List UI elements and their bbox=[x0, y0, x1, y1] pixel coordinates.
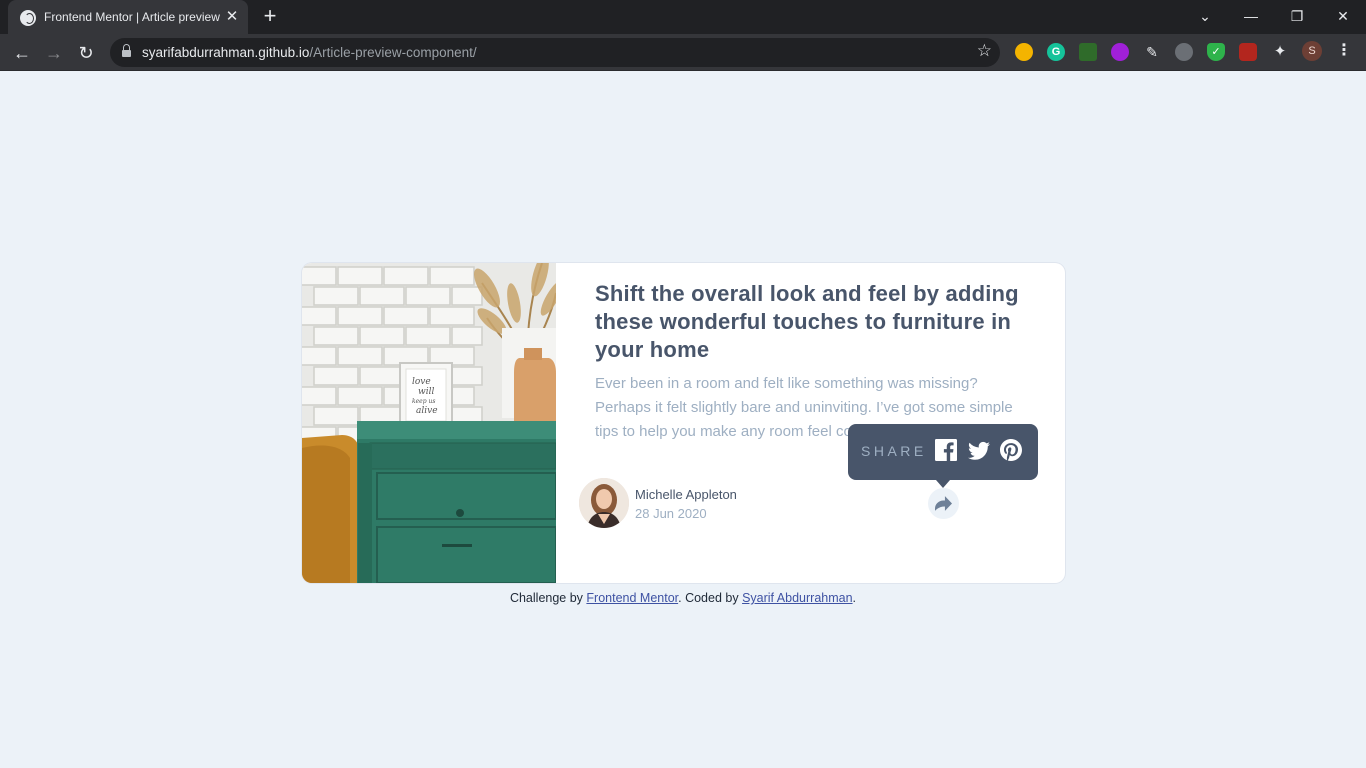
restore-button[interactable]: ❐ bbox=[1274, 0, 1320, 34]
svg-text:love: love bbox=[412, 377, 431, 387]
grammarly-icon[interactable]: G bbox=[1047, 43, 1065, 61]
tree-extension-icon[interactable] bbox=[1079, 43, 1097, 61]
pinterest-icon[interactable] bbox=[1000, 439, 1022, 461]
chrome-extension-icon[interactable] bbox=[1015, 43, 1033, 61]
browser-toolbar: ← → ↻ syarifabdurrahman.github.io/Articl… bbox=[0, 34, 1366, 71]
svg-text:will: will bbox=[418, 387, 434, 397]
minimize-button[interactable]: — bbox=[1228, 0, 1274, 34]
share-arrow-icon bbox=[935, 496, 952, 511]
article-title: Shift the overall look and feel by addin… bbox=[595, 281, 1019, 362]
close-tab-icon[interactable]: ✕ bbox=[224, 9, 240, 25]
svg-text:keep us: keep us bbox=[412, 398, 435, 405]
green-shield-extension-icon[interactable]: ✓ bbox=[1207, 43, 1225, 61]
author-name: Michelle Appleton bbox=[635, 487, 737, 502]
author-info: Michelle Appleton 28 Jun 2020 bbox=[579, 478, 979, 528]
address-bar[interactable]: syarifabdurrahman.github.io/Article-prev… bbox=[110, 38, 1000, 67]
avatar bbox=[579, 478, 629, 528]
url-text: syarifabdurrahman.github.io/Article-prev… bbox=[142, 45, 477, 60]
red-extension-icon[interactable] bbox=[1239, 43, 1257, 61]
article-photo: love will keep us alive bbox=[302, 263, 556, 583]
twitter-icon[interactable] bbox=[968, 440, 990, 462]
back-button[interactable]: ← bbox=[9, 40, 35, 66]
lock-icon[interactable] bbox=[122, 44, 131, 58]
new-tab-button[interactable]: + bbox=[258, 5, 282, 29]
tab-title: Frontend Mentor | Article preview compon… bbox=[44, 10, 220, 24]
facebook-icon[interactable] bbox=[935, 439, 957, 461]
author-link[interactable]: Syarif Abdurrahman bbox=[742, 591, 852, 605]
share-label: SHARE bbox=[861, 443, 927, 459]
browser-tab[interactable]: Frontend Mentor | Article preview compon… bbox=[8, 0, 248, 34]
reload-button[interactable]: ↻ bbox=[73, 40, 99, 66]
share-button[interactable] bbox=[928, 488, 959, 519]
purple-extension-icon[interactable] bbox=[1111, 43, 1129, 61]
tab-search-icon[interactable]: ⌄ bbox=[1182, 0, 1228, 34]
forward-button[interactable]: → bbox=[41, 40, 67, 66]
profile-avatar[interactable]: S bbox=[1302, 41, 1322, 61]
tab-bar: Frontend Mentor | Article preview compon… bbox=[0, 0, 1366, 34]
pen-extension-icon[interactable]: ✎ bbox=[1143, 43, 1161, 61]
bookmark-star-icon[interactable]: ☆ bbox=[977, 41, 992, 61]
article-card: love will keep us alive Shift the overall l… bbox=[302, 263, 1065, 583]
favicon-icon bbox=[20, 10, 36, 26]
article-date: 28 Jun 2020 bbox=[635, 506, 707, 521]
share-popup: SHARE bbox=[848, 424, 1038, 488]
shield-extension-icon[interactable] bbox=[1175, 43, 1193, 61]
frontend-mentor-link[interactable]: Frontend Mentor bbox=[586, 591, 678, 605]
browser-menu-icon[interactable]: ⋮ bbox=[1334, 41, 1354, 61]
close-window-button[interactable]: ✕ bbox=[1320, 0, 1366, 34]
article-content: Shift the overall look and feel by addin… bbox=[595, 280, 1035, 444]
puzzle-extensions-icon[interactable]: ✦ bbox=[1271, 43, 1289, 61]
attribution: Challenge by Frontend Mentor. Coded by S… bbox=[509, 591, 857, 605]
svg-text:alive: alive bbox=[416, 406, 438, 416]
